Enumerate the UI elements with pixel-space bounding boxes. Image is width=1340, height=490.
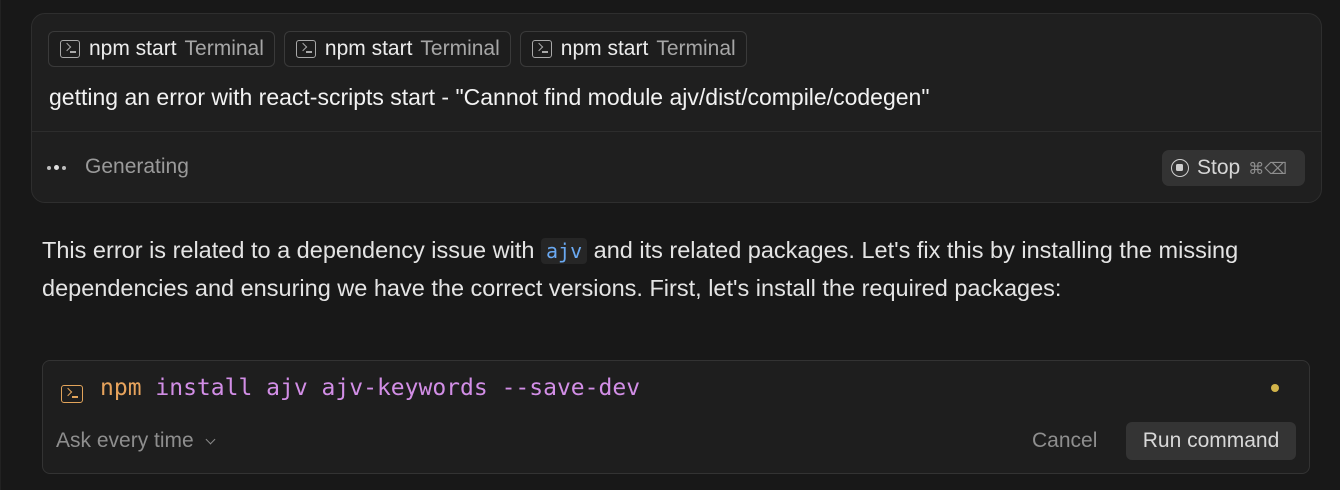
- composer-card: npm start Terminal npm start Terminal np…: [31, 13, 1322, 203]
- user-prompt: getting an error with react-scripts star…: [49, 84, 930, 110]
- stop-label: Stop: [1197, 156, 1241, 179]
- approval-mode-label: Ask every time: [56, 429, 194, 452]
- stop-icon: [1171, 159, 1189, 177]
- terminal-icon: [61, 385, 83, 403]
- cancel-button[interactable]: Cancel: [1032, 429, 1097, 453]
- stop-shortcut: ⌘⌫: [1248, 158, 1287, 178]
- generating-status: Generating: [85, 155, 189, 178]
- command-args: install ajv ajv-keywords --save-dev: [141, 375, 641, 401]
- chip-kind: Terminal: [656, 37, 736, 60]
- composer-divider: [32, 131, 1321, 132]
- context-chip-terminal-2[interactable]: npm start Terminal: [283, 31, 511, 67]
- context-chips: npm start Terminal npm start Terminal np…: [48, 31, 747, 67]
- stop-button[interactable]: Stop ⌘⌫: [1162, 150, 1305, 186]
- context-chip-terminal-1[interactable]: npm start Terminal: [48, 31, 275, 67]
- message-text: This error is related to a dependency is…: [42, 237, 541, 263]
- terminal-icon: [60, 40, 80, 58]
- terminal-icon: [295, 40, 316, 58]
- left-divider: [0, 0, 1, 490]
- chip-label: npm start: [560, 37, 649, 60]
- command-program: npm: [100, 375, 142, 401]
- command-block: npm install ajv ajv-keywords --save-dev …: [42, 360, 1310, 474]
- generating-dots-icon: [47, 165, 66, 170]
- inline-code: ajv: [540, 238, 588, 264]
- chip-kind: Terminal: [420, 37, 500, 60]
- pending-status-dot: [1271, 384, 1279, 392]
- command-text: npm install ajv ajv-keywords --save-dev: [100, 375, 640, 401]
- context-chip-terminal-3[interactable]: npm start Terminal: [519, 31, 747, 67]
- chip-kind: Terminal: [184, 37, 264, 60]
- terminal-icon: [531, 40, 552, 58]
- run-command-button[interactable]: Run command: [1126, 422, 1296, 460]
- chevron-down-icon: [205, 434, 216, 444]
- approval-mode-dropdown[interactable]: Ask every time: [56, 429, 216, 453]
- assistant-message: This error is related to a dependency is…: [42, 232, 1312, 307]
- chip-label: npm start: [89, 37, 177, 60]
- chip-label: npm start: [324, 37, 413, 60]
